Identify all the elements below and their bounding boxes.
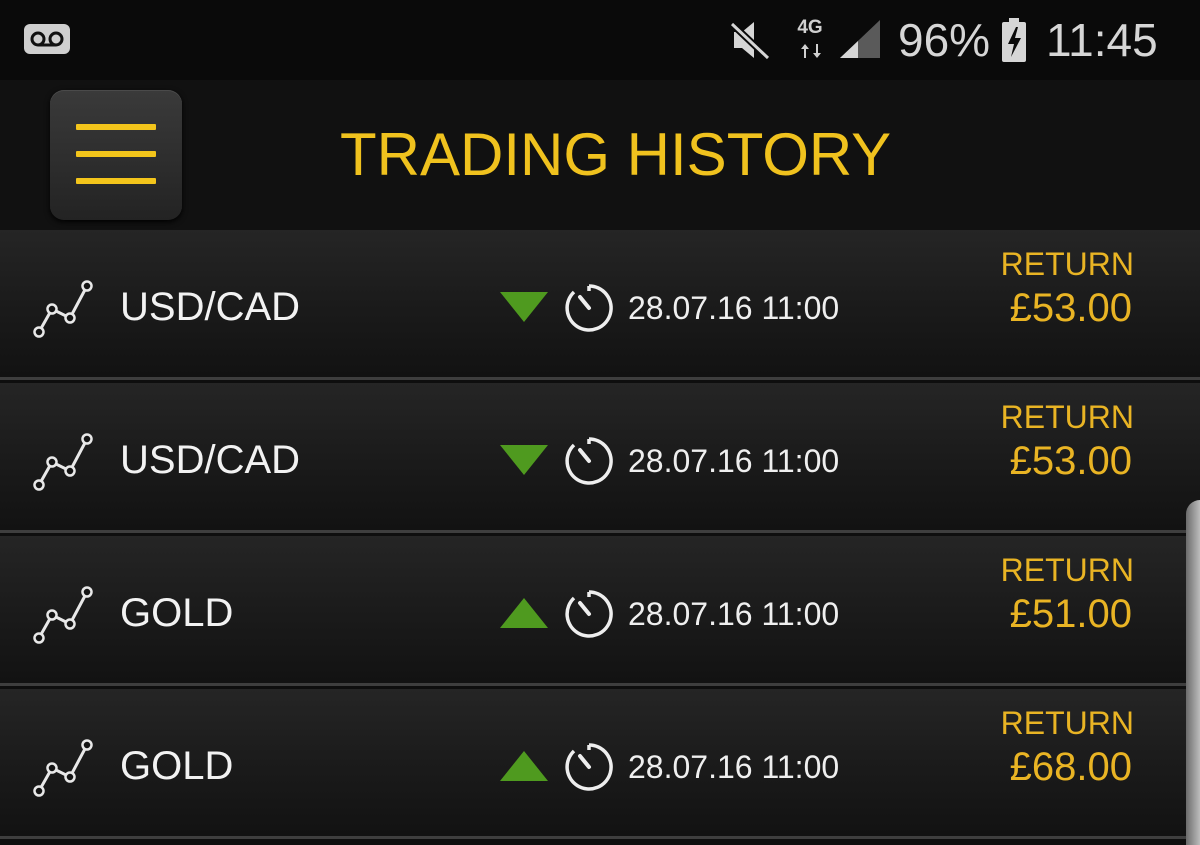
return-value: £51.00 — [1009, 592, 1132, 636]
return-label: RETURN — [1000, 246, 1134, 282]
hamburger-menu-icon — [76, 124, 156, 130]
trend-chart-icon — [32, 737, 94, 804]
return-value: £53.00 — [1009, 286, 1132, 330]
direction-down-icon — [498, 441, 552, 484]
expiry-clock-icon — [563, 741, 615, 798]
mute-icon — [728, 18, 772, 67]
hamburger-bar-bottom — [76, 178, 156, 184]
expiry-clock-icon — [563, 282, 615, 339]
page-title: TRADING HISTORY — [340, 121, 892, 188]
clock-time: 11:45 — [1046, 14, 1158, 66]
trade-expiry: 28.07.16 11:00 — [628, 290, 840, 326]
expiry-clock-icon — [563, 588, 615, 645]
app-header: TRADING HISTORY — [0, 80, 1200, 230]
expiry-clock-icon — [563, 435, 615, 492]
trade-asset: USD/CAD — [120, 438, 301, 482]
trade-row[interactable]: USD/CAD 28.07.16 11:00 RETURN £53.00 — [0, 230, 1200, 380]
trade-asset: GOLD — [120, 591, 234, 635]
direction-down-icon — [498, 288, 552, 331]
direction-up-icon — [498, 747, 552, 790]
trade-row[interactable]: GOLD 28.07.16 11:00 RETURN £51.00 — [0, 536, 1200, 686]
trade-row[interactable]: USD/CAD 28.07.16 11:00 RETURN £53.00 — [0, 383, 1200, 533]
direction-up-icon — [498, 594, 552, 637]
network-type: 4G — [792, 18, 828, 62]
battery-percent: 96% — [898, 14, 991, 66]
hamburger-bar-middle — [76, 151, 156, 157]
trade-expiry: 28.07.16 11:00 — [628, 596, 840, 632]
return-label: RETURN — [1000, 705, 1134, 741]
signal-icon — [838, 18, 882, 65]
status-bar: 4G 96% 11:45 — [0, 0, 1200, 80]
trend-chart-icon — [32, 431, 94, 498]
return-value: £53.00 — [1009, 439, 1132, 483]
network-arrows-icon — [801, 44, 821, 58]
voicemail-icon — [24, 24, 70, 54]
trend-chart-icon — [32, 278, 94, 345]
return-value: £68.00 — [1009, 745, 1132, 789]
hamburger-menu-button[interactable] — [50, 90, 182, 220]
trade-row[interactable]: GOLD 28.07.16 11:00 RETURN £68.00 — [0, 689, 1200, 839]
trade-expiry: 28.07.16 11:00 — [628, 749, 840, 785]
trade-asset: USD/CAD — [120, 285, 301, 329]
trade-asset: GOLD — [120, 744, 234, 788]
return-label: RETURN — [1000, 552, 1134, 588]
trend-chart-icon — [32, 584, 94, 651]
scrollbar-edge[interactable] — [1186, 500, 1200, 845]
network-type-label: 4G — [797, 17, 823, 38]
trade-expiry: 28.07.16 11:00 — [628, 443, 840, 479]
battery-charging-icon — [1000, 17, 1028, 68]
return-label: RETURN — [1000, 399, 1134, 435]
